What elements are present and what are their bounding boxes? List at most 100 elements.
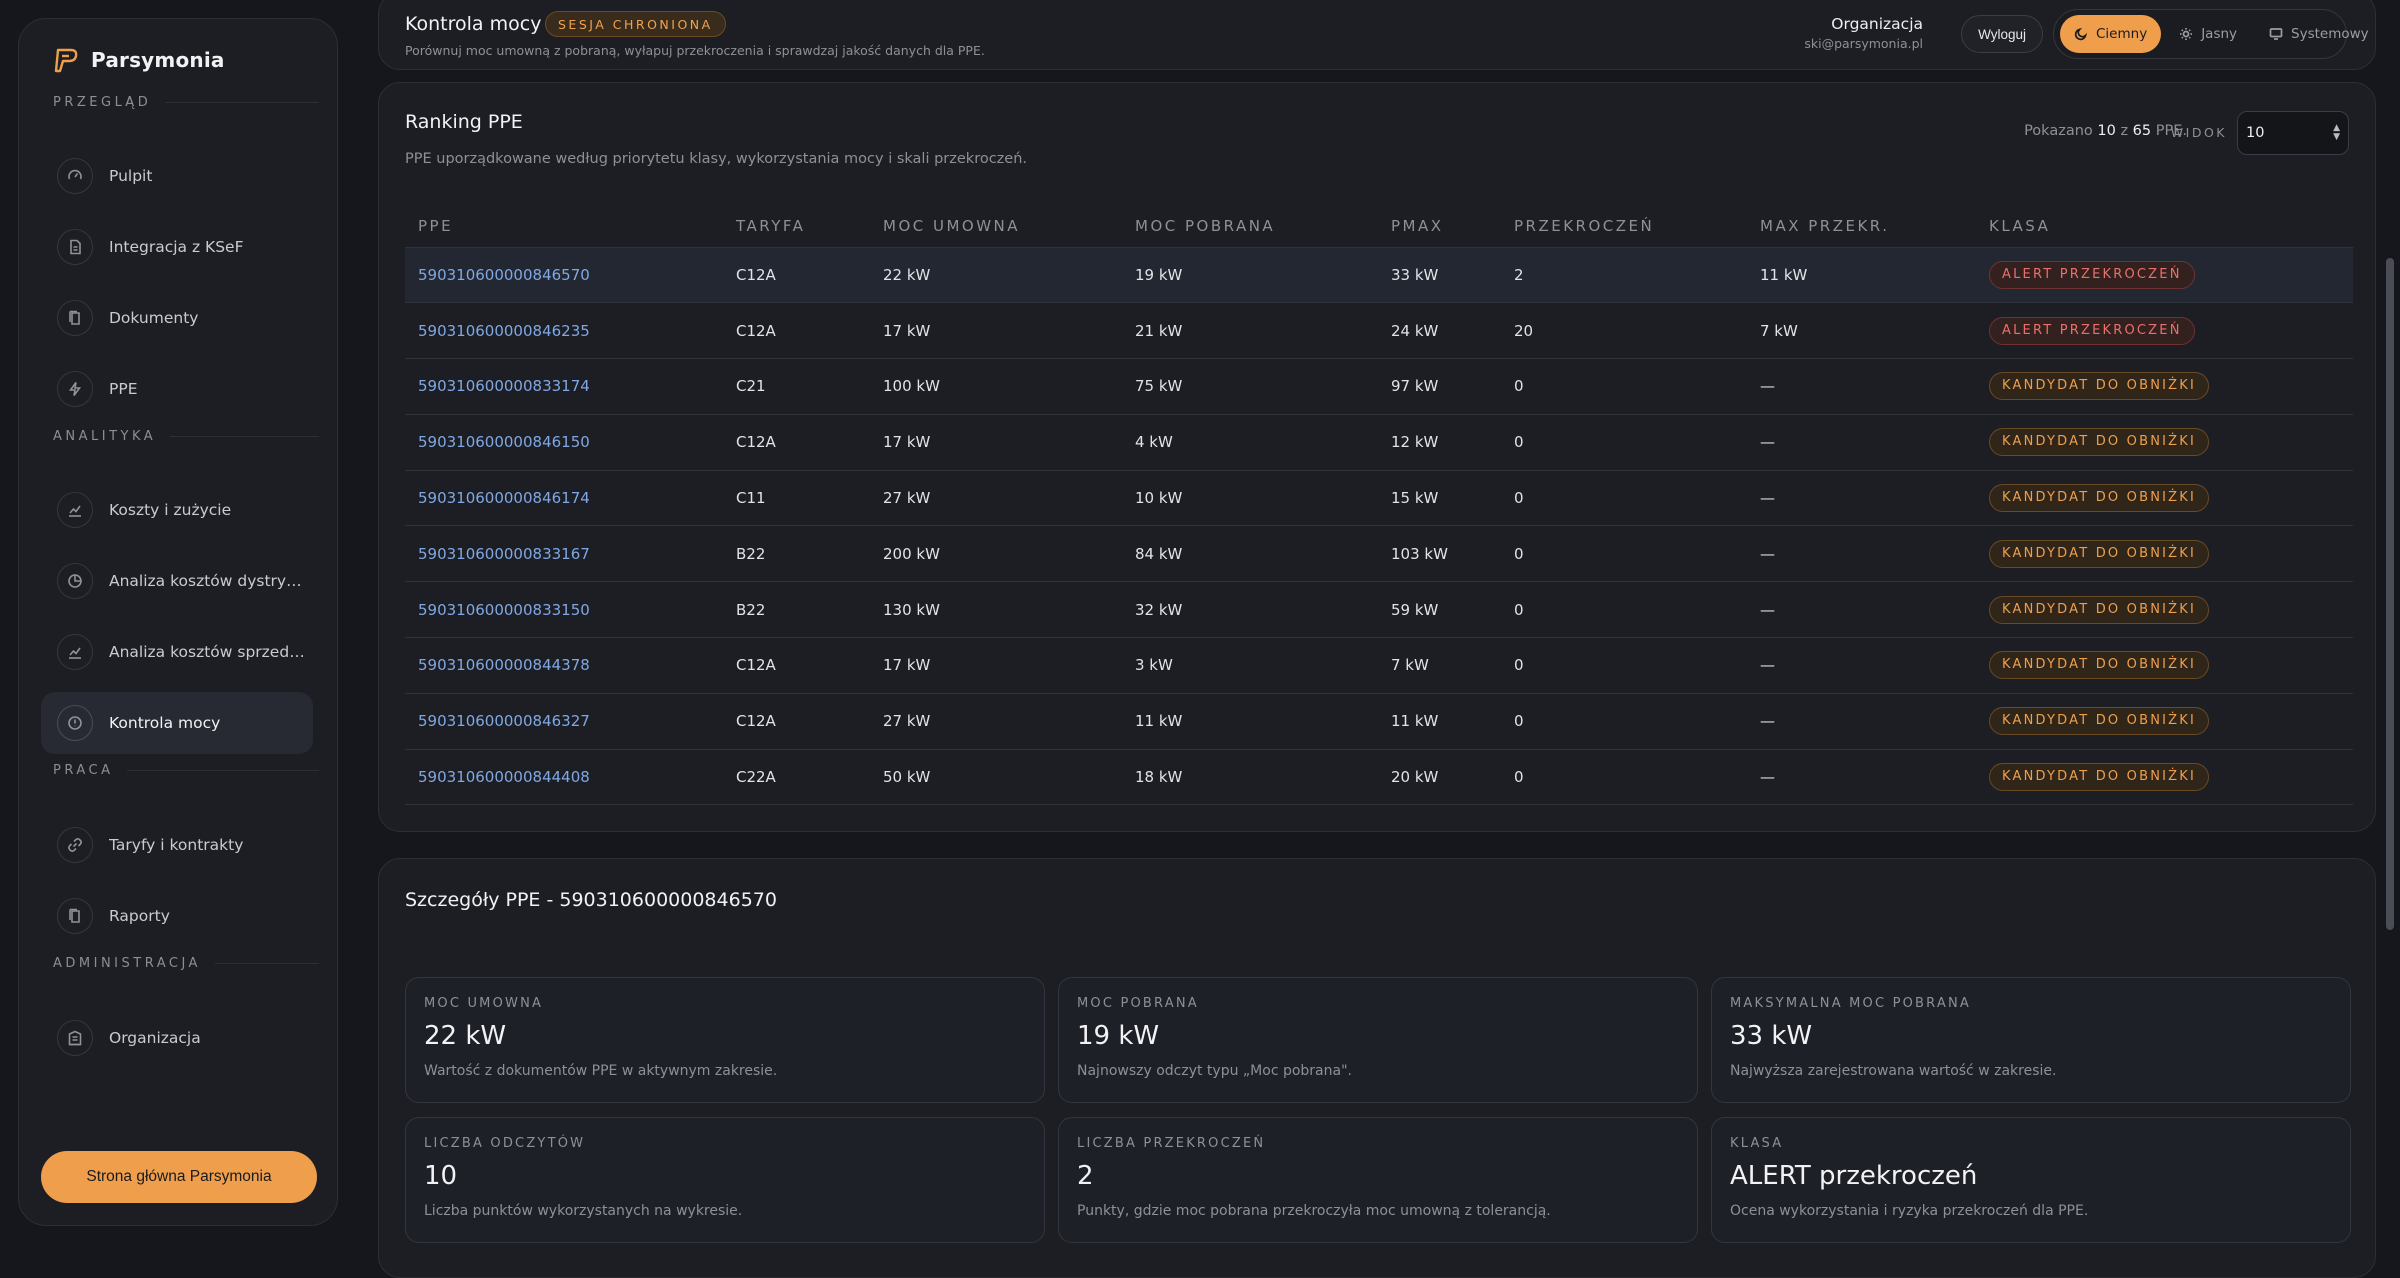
- ppe-link[interactable]: 590310600000833174: [418, 377, 590, 395]
- sidebar-item-organizacja[interactable]: Organizacja: [41, 1007, 313, 1069]
- logout-button[interactable]: Wyloguj: [1961, 15, 2043, 53]
- cell-exceedances: 0: [1501, 749, 1747, 806]
- page-title: Kontrola mocy: [405, 13, 542, 35]
- sidebar-item-label: Koszty i zużycie: [109, 501, 232, 519]
- stat-value: 22 kW: [424, 1021, 507, 1051]
- table-row[interactable]: 590310600000833167 B22 200 kW 84 kW 103 kW 0—…: [405, 525, 2353, 583]
- ppe-link[interactable]: 590310600000833150: [418, 601, 590, 619]
- sidebar-item-raporty[interactable]: Raporty: [41, 885, 313, 947]
- column-header[interactable]: PRZEKROCZEŃ: [1501, 205, 1747, 248]
- cell-ppe[interactable]: 590310600000846235: [405, 302, 723, 360]
- cell-ppe[interactable]: 590310600000846150: [405, 414, 723, 471]
- table-row[interactable]: 590310600000846174 C11 27 kW 10 kW 15 kW 0— KA…: [405, 470, 2353, 527]
- cell-pmax: 15 kW: [1378, 470, 1501, 527]
- cell-ppe[interactable]: 590310600000844378: [405, 637, 723, 694]
- stat-card-moc-umowna: MOC UMOWNA 22 kW Wartość z dokumentów PP…: [405, 977, 1045, 1103]
- sidebar-item-ksef[interactable]: Integracja z KSeF: [41, 216, 313, 278]
- cell-ppe[interactable]: 590310600000844408: [405, 749, 723, 806]
- stat-label: LICZBA ODCZYTÓW: [424, 1136, 586, 1151]
- sidebar-item-sprzedaz[interactable]: Analiza kosztów sprzedaży: [41, 621, 313, 683]
- sidebar-item-ppe[interactable]: PPE: [41, 358, 313, 420]
- cell-exceedances: 20: [1501, 302, 1747, 360]
- pie-icon: [57, 563, 93, 599]
- sidebar-item-label: Analiza kosztów dystrybucji: [109, 572, 309, 590]
- brand-name: Parsymonia: [91, 48, 225, 72]
- cell-pmax: 12 kW: [1378, 414, 1501, 471]
- cell-contract-power: 22 kW: [870, 247, 1122, 304]
- sidebar-item-kontrola-mocy[interactable]: Kontrola mocy: [41, 692, 313, 754]
- cell-ppe[interactable]: 590310600000833150: [405, 581, 723, 639]
- shown-count: 10: [2097, 123, 2116, 139]
- cell-tariff: C12A: [723, 637, 870, 694]
- cell-contract-power: 27 kW: [870, 470, 1122, 527]
- bolt-icon: [57, 371, 93, 407]
- link-icon: [57, 827, 93, 863]
- class-badge: KANDYDAT DO OBNIŻKI: [1989, 484, 2210, 513]
- table-row[interactable]: 590310600000833174 C21 100 kW 75 kW 97 kW 0— K…: [405, 358, 2353, 415]
- ppe-link[interactable]: 590310600000846150: [418, 433, 590, 451]
- table-row[interactable]: 590310600000846235 C12A 17 kW 21 kW 24 kW 20 7…: [405, 302, 2353, 360]
- ppe-link[interactable]: 590310600000846327: [418, 712, 590, 730]
- ppe-link[interactable]: 590310600000846235: [418, 322, 590, 340]
- sun-icon: [2180, 28, 2193, 40]
- sidebar-item-pulpit[interactable]: Pulpit: [41, 145, 313, 207]
- column-header[interactable]: KLASA: [1976, 205, 2353, 248]
- theme-system-option[interactable]: Systemowy: [2255, 15, 2383, 53]
- cell-max-exceedance: —: [1747, 693, 1976, 750]
- section-label-przeglad: PRZEGLĄD: [53, 95, 319, 110]
- brand[interactable]: Parsymonia: [51, 45, 225, 75]
- sidebar-item-dokumenty[interactable]: Dokumenty: [41, 287, 313, 349]
- ppe-link[interactable]: 590310600000844408: [418, 768, 590, 786]
- cell-ppe[interactable]: 590310600000833174: [405, 358, 723, 415]
- table-row[interactable]: 590310600000844408 C22A 50 kW 18 kW 20 kW 0— K…: [405, 749, 2353, 806]
- page-scrollbar[interactable]: [2384, 0, 2396, 1248]
- stat-note: Punkty, gdzie moc pobrana przekroczyła m…: [1077, 1203, 1551, 1219]
- cell-drawn-power: 3 kW: [1122, 637, 1378, 694]
- column-header[interactable]: TARYFA: [723, 205, 870, 248]
- cell-class: KANDYDAT DO OBNIŻKI: [1976, 637, 2353, 694]
- column-header[interactable]: PPE: [405, 205, 723, 248]
- cell-exceedances: 0: [1501, 525, 1747, 583]
- scrollbar-thumb[interactable]: [2386, 258, 2394, 930]
- cell-exceedances: 0: [1501, 414, 1747, 471]
- table-row[interactable]: 590310600000846150 C12A 17 kW 4 kW 12 kW 0— KA…: [405, 414, 2353, 471]
- class-badge: ALERT PRZEKROCZEŃ: [1989, 316, 2195, 345]
- column-header[interactable]: PMAX: [1378, 205, 1501, 248]
- cell-pmax: 97 kW: [1378, 358, 1501, 415]
- ppe-link[interactable]: 590310600000846174: [418, 489, 590, 507]
- class-badge: KANDYDAT DO OBNIŻKI: [1989, 539, 2210, 568]
- column-header[interactable]: MOC POBRANA: [1122, 205, 1378, 248]
- table-row[interactable]: 590310600000846570 C12A 22 kW 19 kW 33 kW 2 11…: [405, 247, 2353, 304]
- cell-ppe[interactable]: 590310600000846327: [405, 693, 723, 750]
- sidebar-item-taryfy[interactable]: Taryfy i kontrakty: [41, 814, 313, 876]
- ppe-link[interactable]: 590310600000846570: [418, 266, 590, 284]
- cell-max-exceedance: —: [1747, 749, 1976, 806]
- theme-light-label: Jasny: [2201, 26, 2238, 42]
- sidebar-item-koszty[interactable]: Koszty i zużycie: [41, 479, 313, 541]
- cell-ppe[interactable]: 590310600000846174: [405, 470, 723, 527]
- cell-ppe[interactable]: 590310600000846570: [405, 247, 723, 304]
- table-row[interactable]: 590310600000846327 C12A 27 kW 11 kW 11 kW 0— K…: [405, 693, 2353, 750]
- table-row[interactable]: 590310600000833150 B22 130 kW 32 kW 59 kW 0— K…: [405, 581, 2353, 639]
- ppe-link[interactable]: 590310600000833167: [418, 545, 590, 563]
- class-badge: KANDYDAT DO OBNIŻKI: [1989, 372, 2210, 401]
- theme-light-option[interactable]: Jasny: [2165, 15, 2251, 53]
- table-row[interactable]: 590310600000844378 C12A 17 kW 3 kW 7 kW 0— KAN…: [405, 637, 2353, 694]
- cell-max-exceedance: 7 kW: [1747, 302, 1976, 360]
- section-label-administracja: ADMINISTRACJA: [53, 956, 319, 971]
- ppe-link[interactable]: 590310600000844378: [418, 656, 590, 674]
- documents-icon: [57, 898, 93, 934]
- cell-drawn-power: 19 kW: [1122, 247, 1378, 304]
- column-header[interactable]: MOC UMOWNA: [870, 205, 1122, 248]
- cell-ppe[interactable]: 590310600000833167: [405, 525, 723, 583]
- document-icon: [57, 229, 93, 265]
- column-header[interactable]: MAX PRZEKR.: [1747, 205, 1976, 248]
- sidebar-item-dystrybucja[interactable]: Analiza kosztów dystrybucji: [41, 550, 313, 612]
- home-button[interactable]: Strona główna Parsymonia: [41, 1151, 317, 1203]
- view-select[interactable]: 10 ▲ ▼: [2237, 111, 2349, 155]
- sidebar-item-label: Analiza kosztów sprzedaży: [109, 643, 309, 661]
- cell-pmax: 20 kW: [1378, 749, 1501, 806]
- theme-dark-option[interactable]: Ciemny: [2060, 15, 2162, 53]
- cell-drawn-power: 32 kW: [1122, 581, 1378, 639]
- building-icon: [57, 1020, 93, 1056]
